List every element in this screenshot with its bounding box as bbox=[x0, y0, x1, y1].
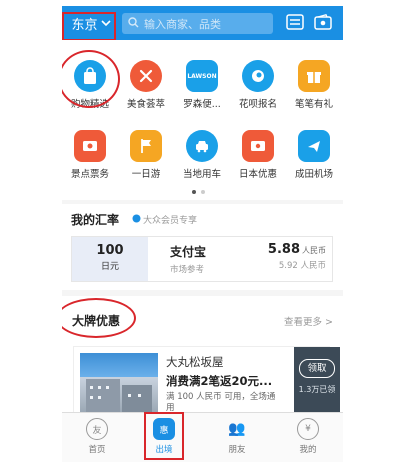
exchange-market-rate: 5.92 人民币 bbox=[278, 261, 326, 271]
grid-item-huabei[interactable]: 花呗报名 bbox=[230, 50, 286, 112]
page-indicator bbox=[192, 190, 205, 194]
flag-icon bbox=[130, 130, 162, 162]
tab-label: 首页 bbox=[88, 445, 106, 455]
plane-icon bbox=[298, 130, 330, 162]
exchange-title: 我的汇率 bbox=[71, 213, 120, 227]
grid-item-gift[interactable]: 笔笔有礼 bbox=[286, 50, 342, 112]
window-shape bbox=[98, 396, 101, 399]
grid-item-lawson[interactable]: LAWSON 罗森便... bbox=[174, 50, 230, 112]
grid-item-food[interactable]: 美食荟萃 bbox=[118, 50, 174, 112]
wallet-icon[interactable] bbox=[314, 14, 332, 30]
window-shape bbox=[98, 386, 101, 389]
grid-item-label: 当地用车 bbox=[182, 169, 221, 180]
exchange-subtitle-text: 大众会员专享 bbox=[143, 216, 198, 226]
store-photo bbox=[80, 353, 158, 413]
flower-icon bbox=[242, 60, 274, 92]
grid-item-label: 景点票务 bbox=[70, 169, 109, 180]
exchange-rate-number: 5.88 bbox=[267, 242, 300, 257]
deals-more-link[interactable]: 查看更多 > bbox=[284, 314, 333, 328]
exchange-rate-value: 5.88 人民币 bbox=[268, 242, 326, 257]
deal-store-name: 大丸松坂屋 bbox=[166, 355, 224, 369]
ticket-icon bbox=[74, 130, 106, 162]
window-shape bbox=[128, 394, 131, 397]
grid-item-label: 成田机场 bbox=[294, 169, 333, 180]
grid-item-label: 罗森便... bbox=[183, 99, 221, 110]
claim-button[interactable]: 领取 bbox=[299, 359, 335, 378]
grid-item-car[interactable]: 当地用车 bbox=[174, 120, 230, 182]
exchange-amount-box[interactable]: 100 日元 bbox=[72, 237, 148, 281]
page-dot-active bbox=[192, 190, 196, 194]
deal-promo: 消费满2笔返20元... bbox=[166, 374, 273, 388]
search-input[interactable]: 输入商家、品类 bbox=[122, 13, 273, 34]
exchange-rate-unit: 人民币 bbox=[302, 246, 326, 255]
exchange-amount: 100 bbox=[96, 243, 124, 258]
grid-item-japan-deals[interactable]: 日本优惠 bbox=[230, 120, 286, 182]
friends-icon: 👥 bbox=[228, 421, 246, 437]
profile-icon: ¥ bbox=[297, 418, 319, 440]
phone-screen: 东京 输入商家、品类 购物精选 美食荟萃 LAWSON 罗森便... 花呗报名 … bbox=[62, 6, 343, 462]
fork-knife-icon bbox=[130, 60, 162, 92]
deal-condition: 满 100 人民币 可用，全场通用 bbox=[166, 392, 276, 413]
exchange-provider-name: 支付宝 bbox=[170, 245, 207, 259]
window-shape bbox=[138, 394, 141, 397]
home-icon: 友 bbox=[86, 418, 108, 440]
travel-tab-highlight-box bbox=[144, 412, 184, 460]
grid-item-label: 一日游 bbox=[131, 169, 161, 180]
grid-item-label: 日本优惠 bbox=[238, 169, 277, 180]
grid-item-label: 美食荟萃 bbox=[126, 99, 165, 110]
coupon-icon bbox=[242, 130, 274, 162]
exchange-card[interactable]: 100 日元 支付宝 市场参考 5.88 人民币 5.92 人民币 bbox=[71, 236, 333, 282]
exchange-result: 5.88 人民币 5.92 人民币 bbox=[268, 242, 326, 271]
car-icon bbox=[186, 130, 218, 162]
claim-count: 1.3万已领 bbox=[298, 385, 336, 394]
page-dot bbox=[201, 190, 205, 194]
deal-card[interactable]: 大丸松坂屋 消费满2笔返20元... 满 100 人民币 可用，全场通用 领取 … bbox=[73, 346, 340, 415]
tab-label: 朋友 bbox=[228, 445, 246, 455]
exchange-provider: 支付宝 市场参考 bbox=[170, 243, 206, 275]
window-shape bbox=[90, 396, 93, 399]
grid-item-daytrip[interactable]: 一日游 bbox=[118, 120, 174, 182]
window-shape bbox=[90, 386, 93, 389]
tab-home[interactable]: 友 首页 bbox=[72, 418, 122, 455]
lawson-icon: LAWSON bbox=[186, 60, 218, 92]
exchange-subtitle: 大众会员专享 bbox=[132, 213, 197, 226]
grid-item-tickets[interactable]: 景点票务 bbox=[62, 120, 118, 182]
claim-panel: 领取 1.3万已领 bbox=[294, 347, 340, 415]
exchange-currency: 日元 bbox=[100, 262, 119, 272]
tab-label: 我的 bbox=[299, 445, 317, 455]
gift-icon bbox=[298, 60, 330, 92]
lawson-logo-text: LAWSON bbox=[187, 72, 217, 80]
member-badge-icon bbox=[132, 214, 141, 226]
tab-friends[interactable]: 👥 朋友 bbox=[212, 418, 262, 455]
search-icon bbox=[128, 16, 139, 31]
grid-item-label: 笔笔有礼 bbox=[294, 99, 333, 110]
grid-item-label: 花呗报名 bbox=[238, 99, 277, 110]
scan-icon[interactable] bbox=[286, 14, 304, 30]
building-shape bbox=[122, 385, 152, 413]
bottom-tab-bar: 友 首页 惠 出境 👥 朋友 ¥ 我的 bbox=[62, 412, 343, 462]
search-placeholder: 输入商家、品类 bbox=[144, 17, 221, 31]
window-shape bbox=[106, 386, 109, 389]
grid-item-airport[interactable]: 成田机场 bbox=[286, 120, 342, 182]
tab-profile[interactable]: ¥ 我的 bbox=[283, 418, 333, 455]
city-highlight-box bbox=[62, 12, 116, 41]
exchange-provider-note: 市场参考 bbox=[170, 265, 205, 275]
exchange-rate-section: 我的汇率 大众会员专享 100 日元 支付宝 市场参考 5.88 人民币 5.92… bbox=[62, 204, 343, 290]
